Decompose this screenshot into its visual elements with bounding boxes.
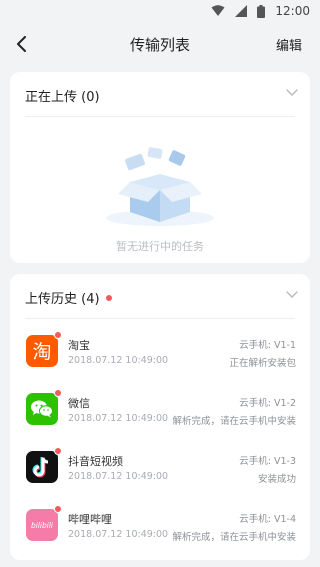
divider xyxy=(25,116,295,117)
status-badge xyxy=(54,389,62,397)
device-label: 云手机: V1-2 xyxy=(239,398,296,409)
divider xyxy=(25,318,295,319)
nav-bar: 传输列表 编辑 xyxy=(0,24,320,64)
app-name: 微信 xyxy=(68,397,90,410)
signal-icon xyxy=(235,5,248,17)
upload-status: 安装成功 xyxy=(257,474,296,485)
history-card: 上传历史 (4) 淘 淘宝 2018.07.12 10:49:00 云手机: V… xyxy=(10,274,310,560)
wechat-icon xyxy=(26,393,58,425)
open-box-icon xyxy=(106,147,214,226)
uploading-header[interactable]: 正在上传 (0) xyxy=(10,72,310,116)
device-label: 云手机: V1-1 xyxy=(239,340,296,351)
douyin-icon xyxy=(26,451,58,483)
empty-state-text: 暂无进行中的任务 xyxy=(116,240,204,253)
unread-dot xyxy=(105,294,112,301)
list-item[interactable]: 抖音短视频 2018.07.12 10:49:00 云手机: V1-3 安装成功 xyxy=(10,446,310,503)
uploading-title: 正在上传 (0) xyxy=(25,86,100,105)
app-name: 淘宝 xyxy=(68,339,90,352)
svg-text:bilibili: bilibili xyxy=(31,521,54,530)
upload-time: 2018.07.12 10:49:00 xyxy=(68,529,169,540)
chevron-down-icon[interactable] xyxy=(286,86,298,98)
list-item[interactable]: bilibili 哔哩哔哩 2018.07.12 10:49:00 云手机: V… xyxy=(10,504,310,561)
status-badge xyxy=(54,447,62,455)
uploading-card: 正在上传 (0) 暂无进行中的任务 xyxy=(10,72,310,263)
device-label: 云手机: V1-3 xyxy=(239,456,296,467)
upload-status: 解析完成，请在云手机中安装 xyxy=(172,416,296,427)
history-header[interactable]: 上传历史 (4) xyxy=(10,274,310,318)
status-bar: 12:00 xyxy=(0,0,320,24)
upload-time: 2018.07.12 10:49:00 xyxy=(68,471,169,482)
upload-status: 正在解析安装包 xyxy=(229,358,296,369)
history-title-text: 上传历史 (4) xyxy=(25,292,100,307)
history-title: 上传历史 (4) xyxy=(25,288,112,307)
app-name: 哔哩哔哩 xyxy=(68,513,112,526)
battery-icon xyxy=(257,4,266,18)
upload-time: 2018.07.12 10:49:00 xyxy=(68,355,169,366)
page-title: 传输列表 xyxy=(129,36,190,54)
bilibili-icon: bilibili xyxy=(26,509,58,541)
taobao-icon: 淘 xyxy=(26,335,58,367)
list-item[interactable]: 微信 2018.07.12 10:49:00 云手机: V1-2 解析完成，请在… xyxy=(10,388,310,445)
status-badge xyxy=(54,331,62,339)
upload-status: 解析完成，请在云手机中安装 xyxy=(172,532,296,543)
edit-button[interactable]: 编辑 xyxy=(276,35,302,54)
device-label: 云手机: V1-4 xyxy=(239,514,296,525)
list-item[interactable]: 淘 淘宝 2018.07.12 10:49:00 云手机: V1-1 正在解析安… xyxy=(10,330,310,387)
status-time: 12:00 xyxy=(275,4,310,18)
status-badge xyxy=(54,505,62,513)
upload-time: 2018.07.12 10:49:00 xyxy=(68,413,169,424)
app-name: 抖音短视频 xyxy=(68,455,123,468)
chevron-down-icon[interactable] xyxy=(286,288,298,300)
wifi-icon xyxy=(211,5,225,16)
uploading-title-text: 正在上传 (0) xyxy=(25,90,100,105)
svg-text:淘: 淘 xyxy=(32,341,51,363)
status-icons: 12:00 xyxy=(211,4,310,18)
